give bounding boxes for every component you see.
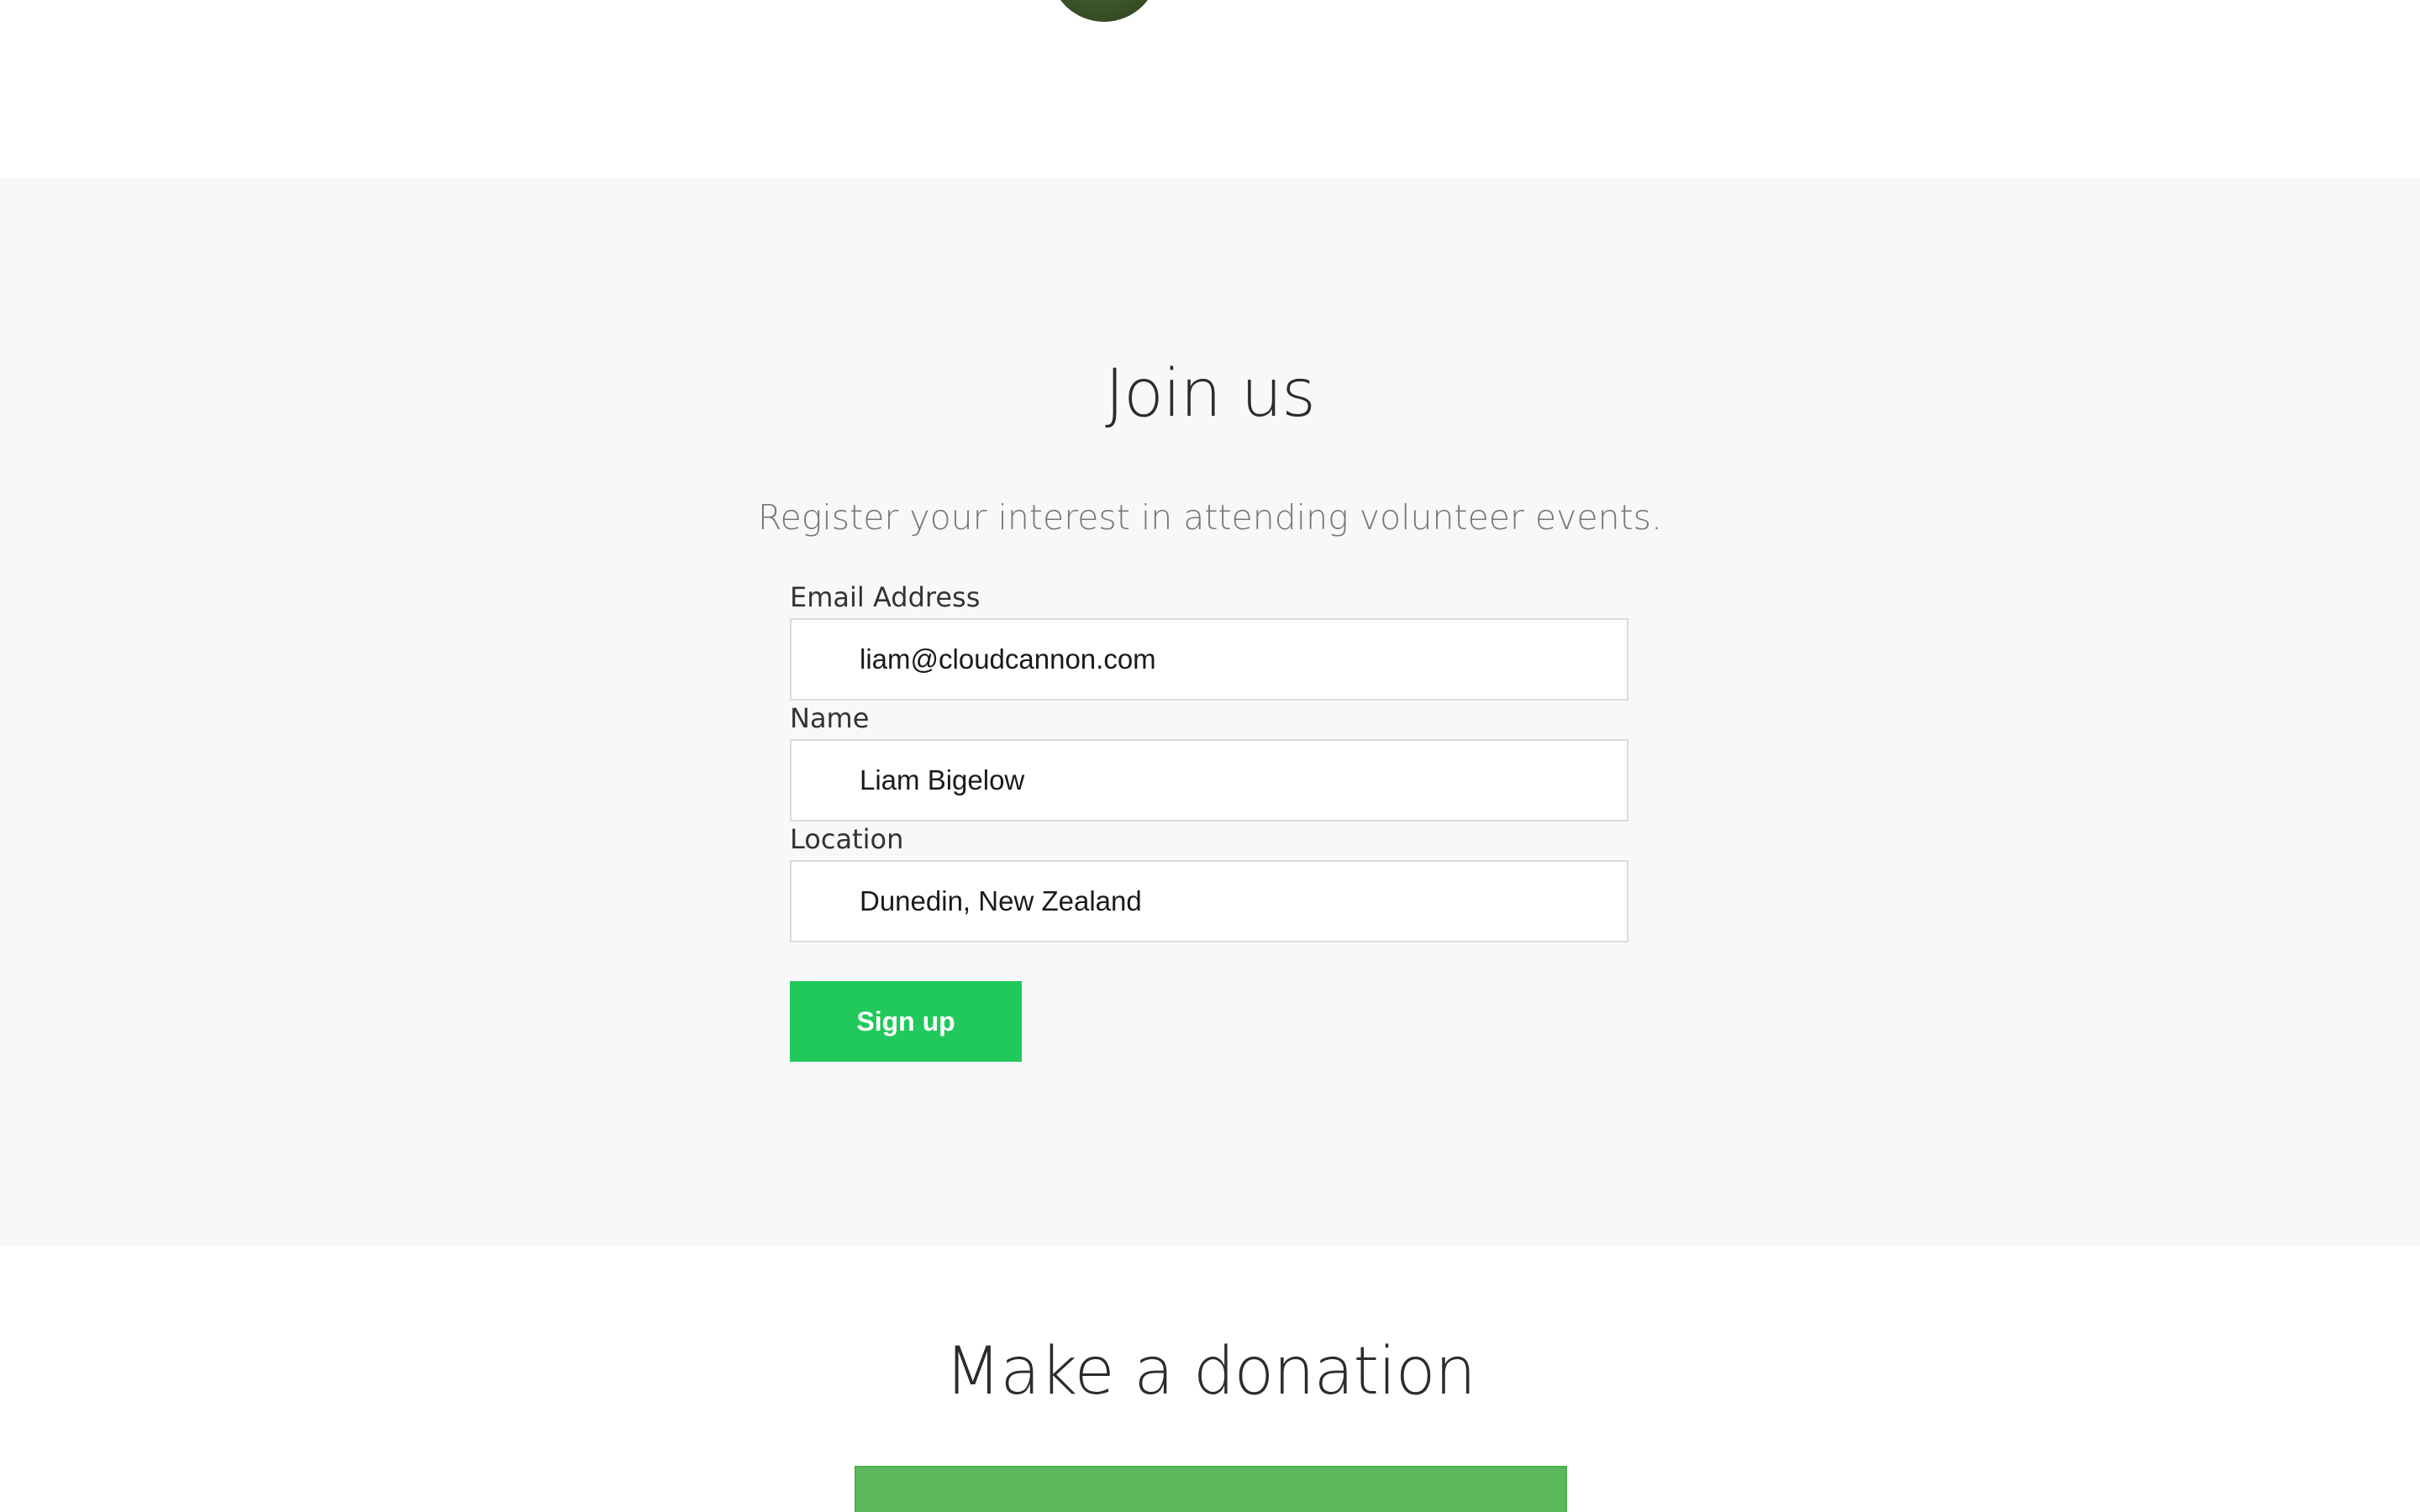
join-title: Join us <box>1105 356 1316 432</box>
name-field[interactable] <box>790 739 1628 822</box>
join-subtitle: Register your interest in attending volu… <box>757 497 1663 538</box>
email-field[interactable] <box>790 618 1628 701</box>
donation-title: Make a donation <box>944 1334 1476 1410</box>
email-label: Email Address <box>790 581 981 613</box>
donation-section: Make a donation <box>0 1246 2420 1512</box>
join-section: Join us Register your interest in attend… <box>0 178 2420 1246</box>
page: Join us Register your interest in attend… <box>0 0 2420 1512</box>
donation-widget[interactable] <box>855 1466 1567 1512</box>
name-label: Name <box>790 702 870 734</box>
top-band <box>0 0 2420 178</box>
location-field[interactable] <box>790 860 1628 942</box>
avatar <box>1050 0 1159 22</box>
location-label: Location <box>790 823 904 855</box>
signup-button[interactable]: Sign up <box>790 981 1022 1062</box>
